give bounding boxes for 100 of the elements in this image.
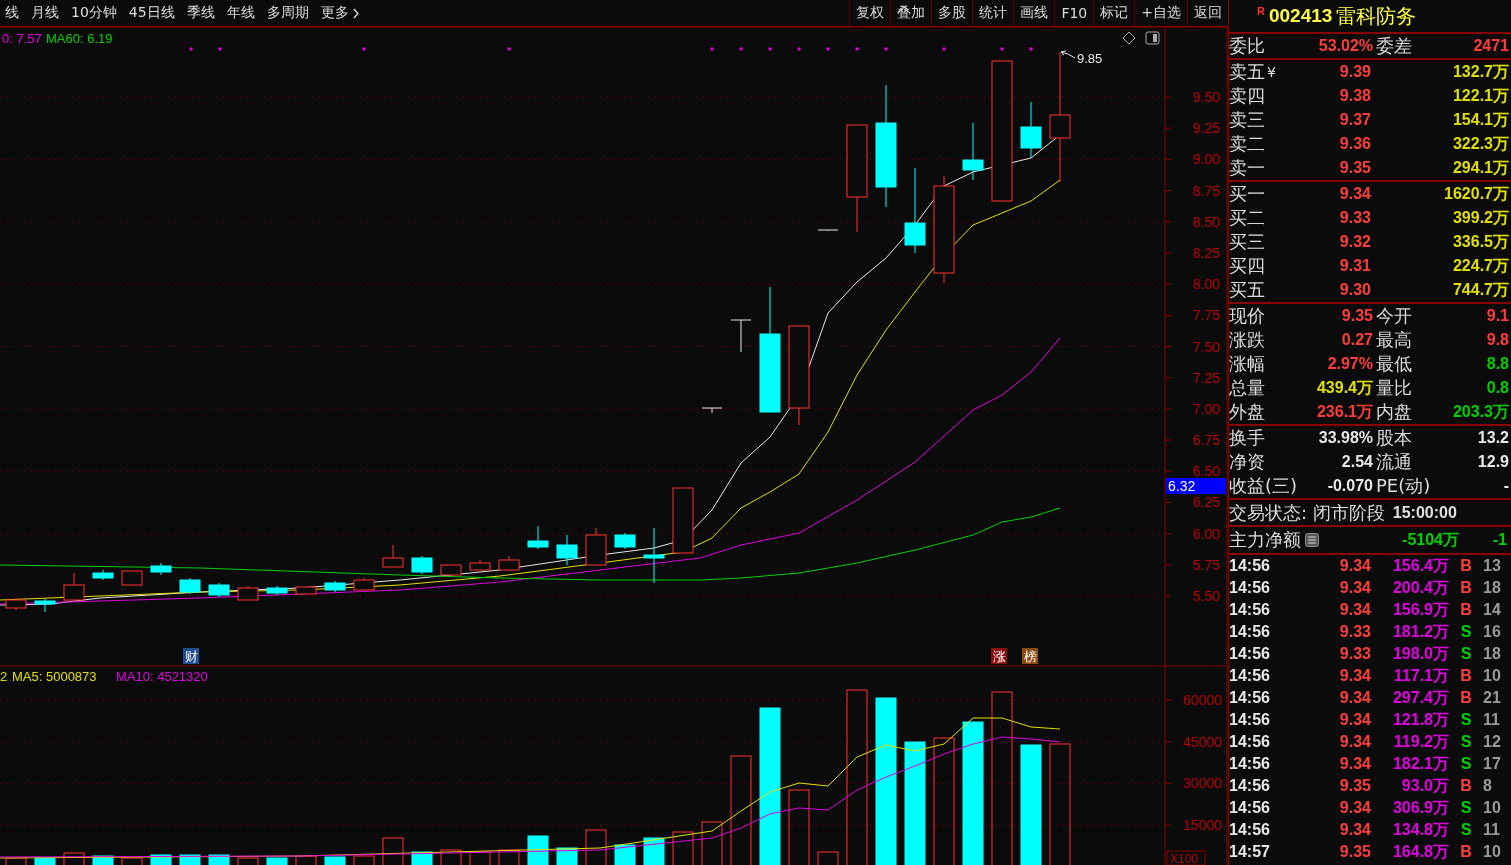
candle <box>527 525 549 550</box>
trade-time: 14:56 <box>1229 711 1271 729</box>
order-price: 9.33 <box>1338 209 1371 227</box>
period-tab[interactable]: 45日线 <box>123 4 180 22</box>
trade-side: B <box>1459 667 1473 685</box>
stock-code: 002413 <box>1268 5 1333 27</box>
period-tab[interactable]: 年线 <box>221 4 260 22</box>
period-tab[interactable]: 月线 <box>26 4 64 22</box>
trade-count: 21 <box>1483 689 1502 707</box>
period-tab[interactable]: 多周期 <box>261 4 314 22</box>
field-label: 委比 <box>1229 34 1265 58</box>
trade-time: 14:56 <box>1229 777 1271 795</box>
volume-bar <box>295 855 317 865</box>
toolbar-button[interactable]: 返回 <box>1187 0 1228 26</box>
candle <box>208 582 230 598</box>
period-tab[interactable]: 线 <box>0 4 24 22</box>
candle <box>324 580 346 593</box>
trade-time: 14:57 <box>1229 843 1271 861</box>
field-value: 12.9 <box>1477 453 1509 471</box>
field-label: 内盘 <box>1376 400 1412 424</box>
field-value: 2.97% <box>1327 355 1373 373</box>
volume-bar <box>63 852 85 865</box>
trade-amount: 297.4万 <box>1391 687 1449 708</box>
price-axis-label: 7.25 <box>1192 369 1220 386</box>
volume-bar <box>382 837 404 865</box>
volume-bar <box>92 855 114 865</box>
field-label: 总量 <box>1229 376 1265 400</box>
trade-side: B <box>1459 843 1473 861</box>
trade-count: 10 <box>1483 667 1502 685</box>
candle <box>556 534 578 566</box>
volume-axis-label: 45000 <box>1183 733 1222 750</box>
trade-amount: 181.2万 <box>1391 621 1449 642</box>
order-price: 9.31 <box>1338 257 1371 275</box>
volume-bar <box>585 829 607 865</box>
diamond-icon[interactable] <box>1122 31 1136 45</box>
toolbar-button[interactable]: 统计 <box>972 0 1014 26</box>
order-level-label: 买一 <box>1229 182 1265 206</box>
price-axis-label: 7.75 <box>1192 307 1220 324</box>
volume-bar <box>266 857 288 865</box>
margin-label: R <box>1257 5 1265 17</box>
trade-price: 9.34 <box>1338 689 1371 707</box>
event-tag[interactable]: 涨 <box>991 648 1007 664</box>
toolbar-button[interactable]: 叠加 <box>890 0 932 26</box>
event-tag[interactable]: 财 <box>183 648 199 664</box>
field-label: 涨幅 <box>1229 352 1265 376</box>
order-price: 9.34 <box>1338 185 1371 203</box>
trade-amount: 117.1万 <box>1392 665 1449 686</box>
order-price: 9.30 <box>1338 281 1371 299</box>
toolbar-button[interactable]: 多股 <box>931 0 973 26</box>
toolbar-button[interactable]: +自选 <box>1134 0 1187 26</box>
order-volume: 122.1万 <box>1451 85 1510 106</box>
candle <box>5 597 27 611</box>
order-price: 9.32 <box>1338 233 1371 251</box>
trade-side: B <box>1459 777 1473 795</box>
period-tab[interactable]: 更多 <box>315 4 364 22</box>
trade-time: 14:56 <box>1229 579 1271 597</box>
volume-legend: 2 <box>0 669 8 684</box>
volume-bar <box>353 855 375 865</box>
trade-price: 9.34 <box>1338 601 1371 619</box>
field-value: -0.070 <box>1327 477 1373 495</box>
trade-amount: 93.0万 <box>1400 775 1449 796</box>
volume-legend: MA10: 4521320 <box>116 669 208 684</box>
toolbar-button[interactable]: 标记 <box>1093 0 1135 26</box>
trade-amount: 164.8万 <box>1391 841 1449 862</box>
candle <box>411 555 433 575</box>
order-level-label: 卖五 <box>1229 60 1265 84</box>
trade-amount: 119.2万 <box>1392 731 1449 752</box>
toolbar-button[interactable]: 画线 <box>1013 0 1055 26</box>
trade-side: S <box>1459 755 1473 773</box>
field-label: 股本 <box>1376 426 1412 450</box>
trade-count: 10 <box>1483 843 1502 861</box>
trade-time: 14:56 <box>1229 623 1271 641</box>
trade-price: 9.34 <box>1338 799 1371 817</box>
candle <box>672 487 694 554</box>
toolbar-button[interactable]: F10 <box>1054 0 1094 26</box>
order-volume: 1620.7万 <box>1443 183 1510 204</box>
trade-price: 9.34 <box>1338 667 1371 685</box>
event-tag[interactable]: 榜 <box>1022 648 1038 664</box>
order-volume: 744.7万 <box>1451 279 1510 300</box>
trade-side: S <box>1459 799 1473 817</box>
trade-price: 9.34 <box>1338 579 1371 597</box>
trade-amount: 200.4万 <box>1391 577 1449 598</box>
candle <box>817 229 839 232</box>
trade-amount: 198.0万 <box>1391 643 1449 664</box>
toolbar-button[interactable]: 复权 <box>849 0 891 26</box>
current-price-badge: 6.32 <box>1166 478 1226 494</box>
period-tab[interactable]: 季线 <box>181 4 220 22</box>
volume-bar <box>5 857 27 865</box>
panel-toggle-icon[interactable] <box>1145 31 1160 45</box>
field-label: 净资 <box>1229 450 1265 474</box>
order-price: 9.35 <box>1338 159 1371 177</box>
volume-bar <box>817 851 839 865</box>
period-tab[interactable]: 10分钟 <box>66 4 122 22</box>
trade-side: B <box>1459 579 1473 597</box>
field-value: 2471 <box>1473 37 1509 55</box>
field-label: 最低 <box>1376 352 1412 376</box>
list-icon[interactable] <box>1305 533 1319 547</box>
trade-count: 16 <box>1483 623 1502 641</box>
order-level-label: 卖二 <box>1229 132 1265 156</box>
price-axis-label: 5.50 <box>1192 588 1220 605</box>
